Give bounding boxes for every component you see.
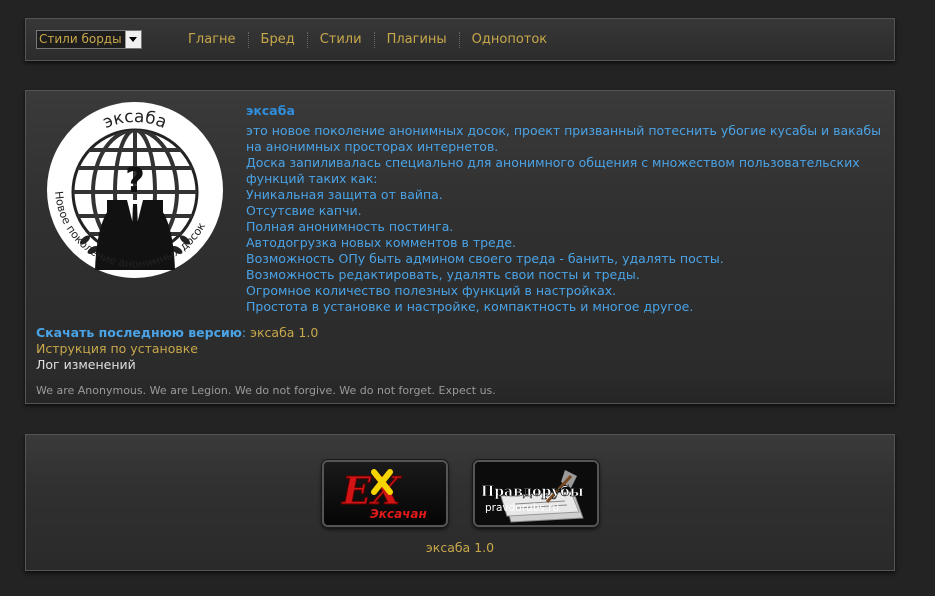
nav-link-plugins[interactable]: Плагины: [375, 32, 460, 48]
board-style-select[interactable]: Стили борды: [36, 30, 142, 49]
info-line: Огромное количество полезных функций в н…: [246, 283, 617, 298]
info-title: эксаба: [246, 103, 295, 118]
download-block: Скачать последнюю версию: эксаба 1.0 Ист…: [36, 325, 318, 373]
svg-text:?: ?: [125, 161, 145, 201]
info-line: Отсутсвие капчи.: [246, 203, 362, 218]
banners-panel: EX Эксачан Правдорубы pravdorubs.ru экса…: [25, 434, 895, 571]
info-line: Автодогрузка новых комментов в треде.: [246, 235, 517, 250]
motto-text: We are Anonymous. We are Legion. We do n…: [36, 384, 496, 397]
chevron-down-icon[interactable]: [125, 31, 141, 48]
nav-links: Глагне Бред Стили Плагины Однопоток: [176, 32, 559, 48]
info-footer: We are Anonymous. We are Legion. We do n…: [26, 379, 894, 403]
nav-link-single-thread[interactable]: Однопоток: [460, 32, 560, 48]
pravdorubs-name-text: Правдорубы: [481, 484, 584, 500]
install-instructions-link[interactable]: Иструкция по установке: [36, 341, 318, 357]
info-line: это новое поколение анонимных досок, про…: [246, 123, 881, 154]
nav-link-home[interactable]: Глагне: [176, 32, 249, 48]
pravdorubs-url-text: pravdorubs.ru: [485, 502, 559, 514]
top-nav-bar: Стили борды Глагне Бред Стили Плагины Од…: [25, 18, 895, 61]
download-label: Скачать последнюю версию: [36, 325, 242, 340]
exsaba-logo: ? эксаба Новое поколение анонимных досок: [35, 100, 235, 280]
exchan-name-text: Эксачан: [370, 507, 427, 521]
changelog-link[interactable]: Лог изменений: [36, 357, 318, 373]
info-line: Возможность редактировать, удалять свои …: [246, 267, 640, 282]
info-line: Полная анонимность постинга.: [246, 219, 454, 234]
info-line: Уникальная защита от вайпа.: [246, 187, 443, 202]
info-panel: ? эксаба Новое поколение анонимных досок…: [25, 90, 895, 404]
info-line: Возможность ОПу быть админом своего тред…: [246, 251, 724, 266]
banner-version-text: эксаба 1.0: [425, 540, 495, 555]
download-row: Скачать последнюю версию: эксаба 1.0: [36, 325, 318, 341]
info-line: Простота в установке и настройке, компак…: [246, 299, 694, 314]
download-version-link[interactable]: эксаба 1.0: [250, 325, 318, 340]
board-style-select-value: Стили борды: [39, 32, 122, 46]
nav-link-b[interactable]: Бред: [249, 32, 308, 48]
download-colon: :: [241, 325, 247, 340]
pravdorubs-banner[interactable]: Правдорубы pravdorubs.ru: [473, 460, 599, 527]
info-line: Доска запиливалась специально для аноним…: [246, 155, 860, 186]
exchan-banner[interactable]: EX Эксачан: [322, 460, 448, 527]
nav-link-styles[interactable]: Стили: [308, 32, 375, 48]
info-description: эксаба это новое поколение анонимных дос…: [246, 103, 886, 315]
